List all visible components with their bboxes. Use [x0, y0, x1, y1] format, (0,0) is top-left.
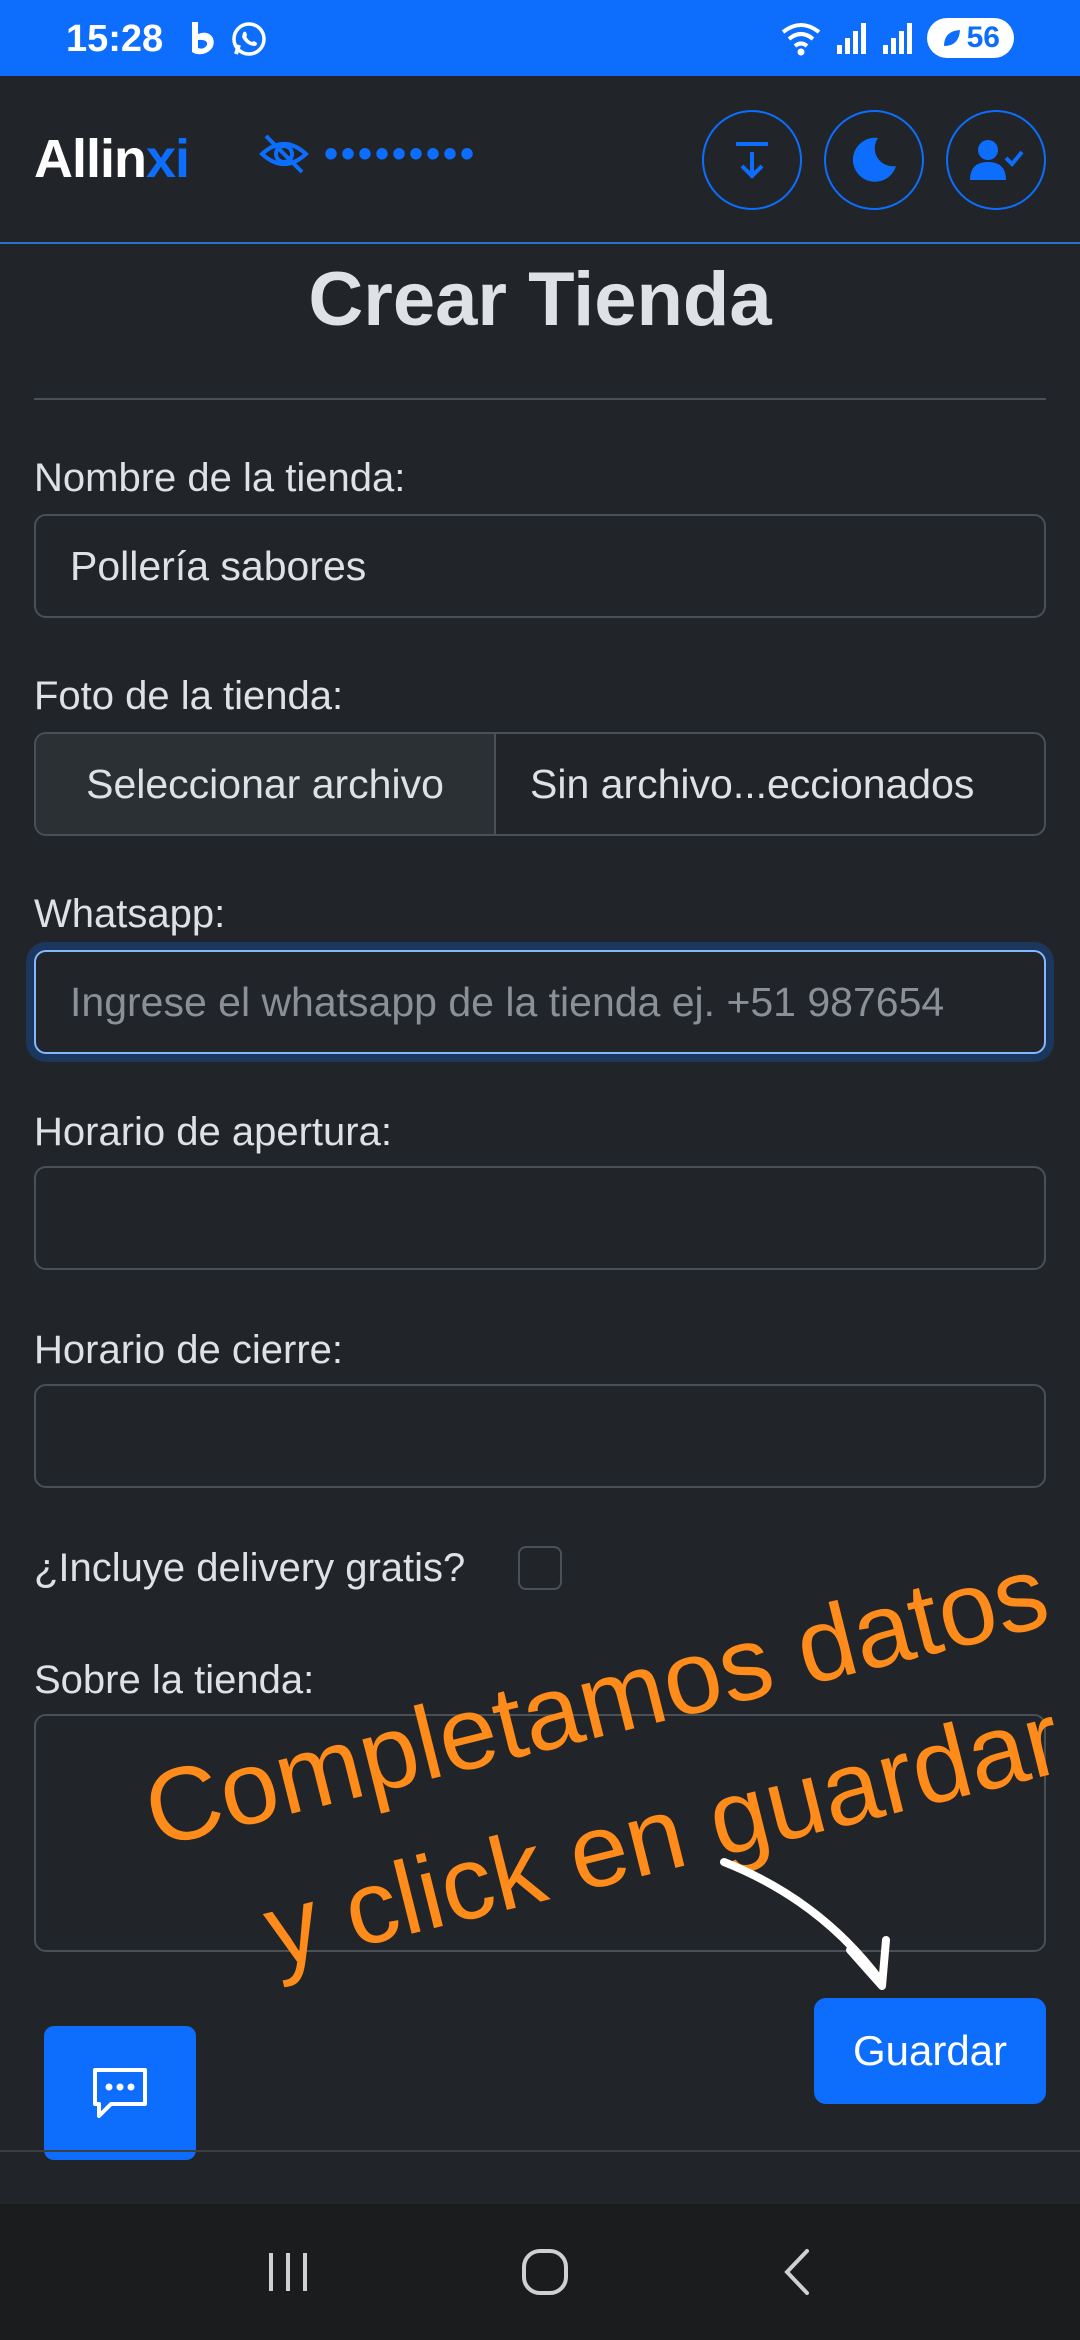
select-file-button[interactable]: Seleccionar archivo — [36, 734, 496, 834]
user-check-icon — [970, 140, 1024, 180]
system-nav-bar — [0, 2204, 1080, 2340]
save-button[interactable]: Guardar — [814, 1998, 1046, 2104]
battery-leaf-icon — [943, 30, 960, 46]
whatsapp-placeholder: Ingrese el whatsapp de la tienda ej. +51… — [70, 978, 945, 1025]
download-button[interactable] — [702, 110, 802, 210]
battery-indicator: 56 — [926, 18, 1014, 58]
free-delivery-checkbox[interactable] — [518, 1546, 562, 1590]
recent-apps-icon[interactable] — [263, 2249, 313, 2295]
hidden-value-dots: ••••••••• — [324, 132, 478, 176]
store-name-input[interactable]: Pollería sabores — [34, 514, 1046, 618]
title-divider — [34, 398, 1046, 400]
whatsapp-icon — [232, 22, 266, 56]
home-icon[interactable] — [520, 2247, 570, 2297]
whatsapp-input[interactable]: Ingrese el whatsapp de la tienda ej. +51… — [34, 950, 1046, 1054]
closing-hours-label: Horario de cierre: — [34, 1328, 344, 1372]
store-photo-input[interactable]: Seleccionar archivo Sin archivo...eccion… — [34, 732, 1046, 836]
page-title: Crear Tienda — [308, 257, 772, 342]
opening-hours-input[interactable] — [34, 1166, 1046, 1270]
brand-logo[interactable]: Allinxi — [34, 128, 190, 190]
chat-icon — [93, 2068, 147, 2118]
footer-divider — [0, 2150, 1080, 2152]
opening-hours-label: Horario de apertura: — [34, 1110, 392, 1154]
closing-hours-input[interactable] — [34, 1384, 1046, 1488]
signal-icon-2 — [882, 23, 912, 54]
battery-level: 56 — [966, 21, 1000, 54]
moon-icon — [852, 137, 896, 182]
privacy-toggle[interactable]: ••••••••• — [258, 132, 477, 176]
signal-icon — [836, 23, 866, 54]
about-store-label: Sobre la tienda: — [34, 1658, 315, 1702]
free-delivery-label: ¿Incluye delivery gratis? — [34, 1546, 466, 1590]
eye-slash-icon[interactable] — [258, 132, 310, 176]
navbar: Allinxi ••••••••• — [0, 76, 1080, 244]
status-bar: 15:28 56 — [0, 0, 1080, 76]
chat-button[interactable] — [44, 2026, 196, 2160]
store-photo-label: Foto de la tienda: — [34, 674, 344, 718]
store-name-value: Pollería sabores — [70, 542, 367, 589]
store-name-label: Nombre de la tienda: — [34, 456, 406, 500]
download-icon — [736, 142, 768, 179]
status-time: 15:28 — [66, 18, 164, 60]
b-app-icon — [192, 22, 214, 55]
status-right: 56 — [779, 18, 1014, 58]
wifi-icon — [781, 23, 820, 56]
file-status-text: Sin archivo...eccionados — [530, 760, 975, 807]
whatsapp-label: Whatsapp: — [34, 892, 226, 936]
user-account-button[interactable] — [946, 110, 1046, 210]
annotation-arrow-icon — [720, 1858, 890, 1990]
theme-toggle-button[interactable] — [824, 110, 924, 210]
back-icon[interactable] — [777, 2247, 817, 2297]
